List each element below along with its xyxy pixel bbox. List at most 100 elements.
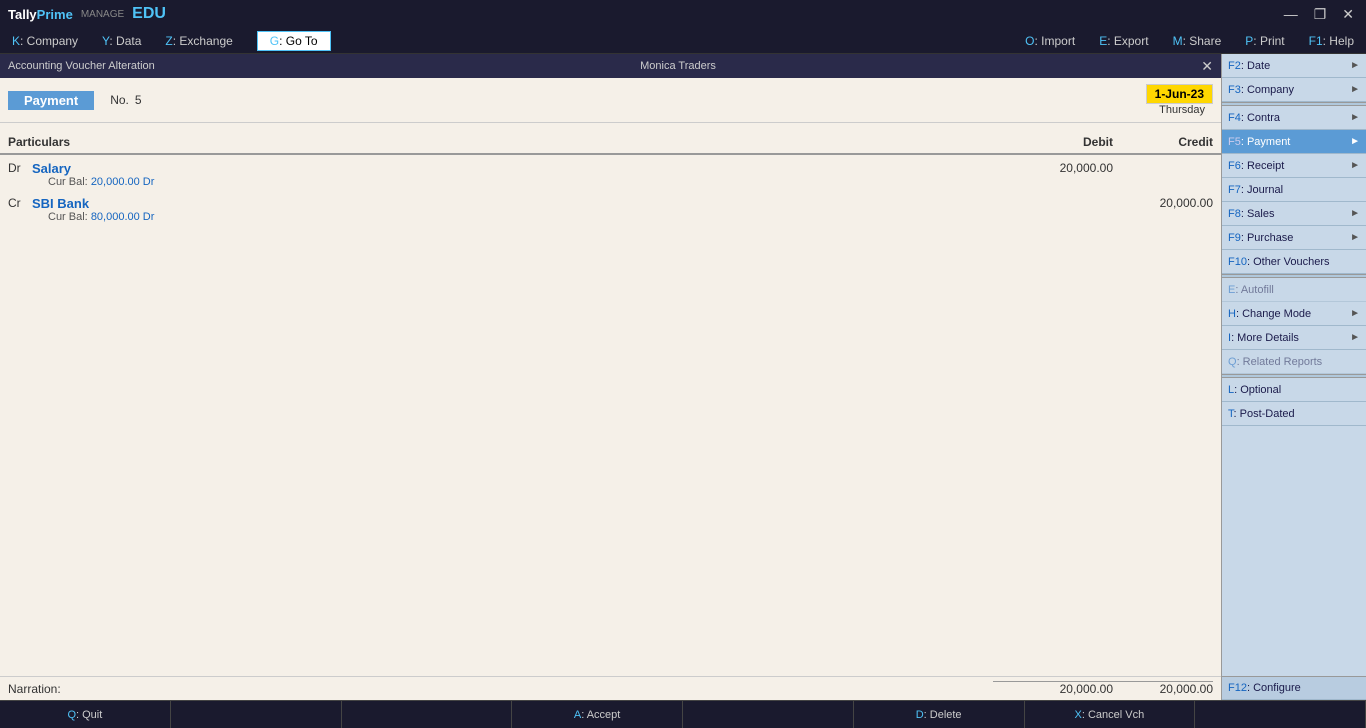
right-panel-f10-other[interactable]: F10: Other Vouchers	[1222, 250, 1366, 274]
edu-badge: EDU	[132, 5, 166, 23]
f9-purchase-label: F9: Purchase	[1228, 232, 1293, 244]
payment-badge: Payment	[8, 91, 94, 110]
narration-label: Narration:	[8, 682, 993, 696]
voucher-window-title: Accounting Voucher Alteration	[8, 60, 155, 72]
f8-arrow: ►	[1350, 208, 1360, 219]
i-arrow: ►	[1350, 332, 1360, 343]
bottom-delete-button[interactable]: D: Delete	[854, 701, 1025, 728]
right-panel-e-autofill: E: Autofill	[1222, 278, 1366, 302]
balance-value-1: 20,000.00 Dr	[91, 176, 155, 188]
menu-bar: K: Company Y: Data Z: Exchange G: Go To …	[0, 28, 1366, 54]
app-branding: TallyPrime MANAGE EDU	[8, 5, 166, 23]
right-panel: F2: Date ► F3: Company ► F4: Contra ► F5…	[1221, 54, 1366, 700]
bottom-quit-button[interactable]: Q: Quit	[0, 701, 171, 728]
right-panel-f12-configure[interactable]: F12: Configure	[1222, 676, 1366, 700]
bottom-btn-3	[342, 701, 513, 728]
f3-company-label: F3: Company	[1228, 84, 1294, 96]
payment-number-label: No.	[110, 93, 129, 107]
f9-arrow: ►	[1350, 232, 1360, 243]
goto-button[interactable]: G: Go To	[257, 31, 331, 51]
i-moredetails-label: I: More Details	[1228, 332, 1299, 344]
right-panel-q-relatedreports: Q: Related Reports	[1222, 350, 1366, 374]
content-area: Accounting Voucher Alteration Monica Tra…	[0, 54, 1221, 700]
entry-details-1: Salary Cur Bal: 20,000.00 Dr	[32, 161, 993, 188]
f6-receipt-label: F6: Receipt	[1228, 160, 1284, 172]
bottom-cancel-vch-button[interactable]: X: Cancel Vch	[1025, 701, 1196, 728]
company-name: Monica Traders	[640, 60, 716, 72]
title-bar: TallyPrime MANAGE EDU — ❐ ✕	[0, 0, 1366, 28]
f5-payment-label: F5: Payment	[1228, 136, 1290, 148]
close-button[interactable]: ✕	[1338, 6, 1358, 23]
window-controls[interactable]: — ❐ ✕	[1280, 6, 1358, 23]
entry-debit-1: 20,000.00	[993, 161, 1113, 175]
tally-name: TallyPrime	[8, 7, 73, 22]
narration-debit-total: 20,000.00	[993, 681, 1113, 696]
date-value[interactable]: 1-Jun-23	[1146, 84, 1213, 104]
entry-name-2[interactable]: SBI Bank	[32, 196, 993, 211]
menu-company[interactable]: K: Company	[12, 34, 78, 48]
col-debit-header: Debit	[993, 135, 1113, 149]
right-panel-l-optional[interactable]: L: Optional	[1222, 378, 1366, 402]
voucher-content: Payment No. 5 1-Jun-23 Thursday Particul…	[0, 78, 1221, 700]
entries-area: Dr Salary Cur Bal: 20,000.00 Dr 20,000.0…	[0, 155, 1221, 676]
right-panel-f3-company[interactable]: F3: Company ►	[1222, 78, 1366, 102]
narration-credit-total: 20,000.00	[1113, 681, 1213, 696]
f4-contra-label: F4: Contra	[1228, 112, 1280, 124]
f2-arrow: ►	[1350, 60, 1360, 71]
f5-arrow: ►	[1350, 136, 1360, 147]
f2-date-label: F2: Date	[1228, 60, 1270, 72]
menu-share[interactable]: M: Share	[1173, 34, 1222, 48]
h-changemode-label: H: Change Mode	[1228, 308, 1311, 320]
main-layout: Accounting Voucher Alteration Monica Tra…	[0, 54, 1366, 700]
table-row: Dr Salary Cur Bal: 20,000.00 Dr 20,000.0…	[0, 159, 1221, 190]
voucher-close-button[interactable]: ✕	[1201, 58, 1213, 75]
bottom-btn-5	[683, 701, 854, 728]
right-panel-f4-contra[interactable]: F4: Contra ►	[1222, 106, 1366, 130]
bottom-btn-8	[1195, 701, 1366, 728]
menu-help[interactable]: F1: Help	[1309, 34, 1354, 48]
f8-sales-label: F8: Sales	[1228, 208, 1274, 220]
right-panel-spacer	[1222, 426, 1366, 676]
f4-arrow: ►	[1350, 112, 1360, 123]
entry-details-2: SBI Bank Cur Bal: 80,000.00 Dr	[32, 196, 993, 223]
e-autofill-label: E: Autofill	[1228, 284, 1274, 296]
right-panel-t-postdated[interactable]: T: Post-Dated	[1222, 402, 1366, 426]
right-panel-f6-receipt[interactable]: F6: Receipt ►	[1222, 154, 1366, 178]
col-particulars-header: Particulars	[8, 135, 993, 149]
entry-name-1[interactable]: Salary	[32, 161, 993, 176]
menu-exchange[interactable]: Z: Exchange	[165, 34, 232, 48]
right-panel-h-changemode[interactable]: H: Change Mode ►	[1222, 302, 1366, 326]
right-panel-f5-payment[interactable]: F5: Payment ►	[1222, 130, 1366, 154]
balance-value-2: 80,000.00 Dr	[91, 211, 155, 223]
entry-credit-2: 20,000.00	[1113, 196, 1213, 210]
t-postdated-label: T: Post-Dated	[1228, 408, 1295, 420]
payment-header: Payment No. 5 1-Jun-23 Thursday	[0, 78, 1221, 123]
manage-label: MANAGE	[81, 9, 124, 20]
right-panel-f8-sales[interactable]: F8: Sales ►	[1222, 202, 1366, 226]
right-panel-f7-journal[interactable]: F7: Journal	[1222, 178, 1366, 202]
entry-balance-2: Cur Bal: 80,000.00 Dr	[48, 211, 993, 223]
balance-label-2: Cur Bal:	[48, 211, 88, 223]
menu-import[interactable]: O: Import	[1025, 34, 1075, 48]
table-header: Particulars Debit Credit	[0, 131, 1221, 155]
menu-data[interactable]: Y: Data	[102, 34, 141, 48]
right-panel-f2-date[interactable]: F2: Date ►	[1222, 54, 1366, 78]
menu-export[interactable]: E: Export	[1099, 34, 1148, 48]
right-panel-f9-purchase[interactable]: F9: Purchase ►	[1222, 226, 1366, 250]
voucher-header-bar: Accounting Voucher Alteration Monica Tra…	[0, 54, 1221, 78]
date-day: Thursday	[1146, 104, 1213, 116]
minimize-button[interactable]: —	[1280, 6, 1302, 23]
table-row: Cr SBI Bank Cur Bal: 80,000.00 Dr 20,000…	[0, 194, 1221, 225]
entry-balance-1: Cur Bal: 20,000.00 Dr	[48, 176, 993, 188]
f12-configure-label: F12: Configure	[1228, 682, 1301, 694]
bottom-accept-button[interactable]: A: Accept	[512, 701, 683, 728]
right-panel-i-moredetails[interactable]: I: More Details ►	[1222, 326, 1366, 350]
bottom-btn-2	[171, 701, 342, 728]
col-credit-header: Credit	[1113, 135, 1213, 149]
q-relatedreports-label: Q: Related Reports	[1228, 356, 1322, 368]
narration-bar: Narration: 20,000.00 20,000.00	[0, 676, 1221, 700]
maximize-button[interactable]: ❐	[1310, 6, 1331, 23]
entry-dc-1: Dr	[8, 161, 32, 175]
bottom-bar: Q: Quit A: Accept D: Delete X: Cancel Vc…	[0, 700, 1366, 728]
menu-print[interactable]: P: Print	[1245, 34, 1284, 48]
